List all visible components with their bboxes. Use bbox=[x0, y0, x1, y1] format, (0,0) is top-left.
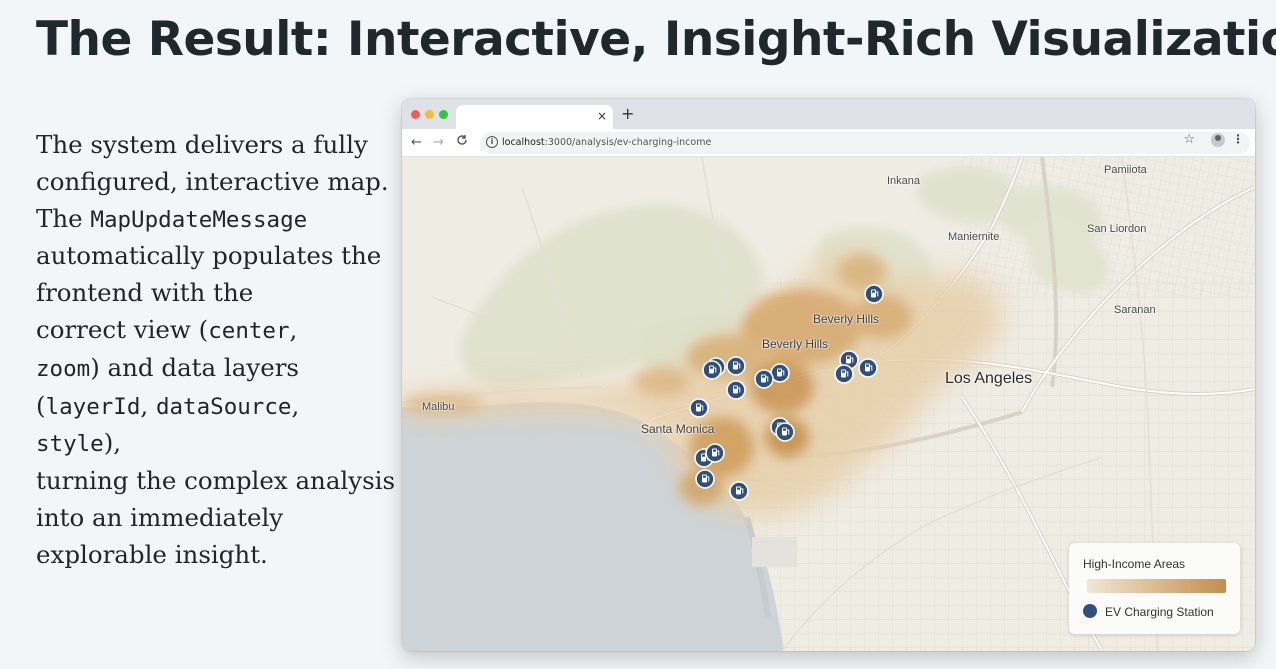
ev-station-marker[interactable] bbox=[858, 358, 878, 378]
reload-icon[interactable] bbox=[456, 134, 468, 152]
body-text-run: configured, interactive map. bbox=[36, 166, 389, 196]
body-line: The MapUpdateMessage bbox=[36, 201, 386, 239]
site-info-icon[interactable]: i bbox=[486, 136, 498, 148]
bookmark-star-icon[interactable]: ☆ bbox=[1183, 132, 1195, 147]
body-text-run: , bbox=[291, 390, 300, 420]
body-line: zoom) and data layers bbox=[36, 350, 386, 388]
body-text-run: frontend with the bbox=[36, 278, 254, 308]
inline-code: layerId bbox=[45, 393, 141, 420]
ev-station-marker[interactable] bbox=[695, 469, 715, 489]
legend-title: High-Income Areas bbox=[1083, 557, 1186, 571]
body-text-run: , bbox=[289, 314, 298, 344]
body-line: The system delivers a fully bbox=[36, 127, 386, 164]
body-line: frontend with the bbox=[36, 275, 386, 312]
new-tab-button[interactable]: + bbox=[621, 105, 634, 123]
legend-gradient-bar bbox=[1087, 579, 1226, 593]
slide-body-text: The system delivers a fully configured, i… bbox=[36, 127, 395, 574]
ev-station-marker[interactable] bbox=[689, 398, 709, 418]
body-text-run: correct view ( bbox=[36, 314, 209, 344]
body-line: correct view (center, bbox=[36, 312, 386, 350]
body-text-run: explorable insight. bbox=[36, 539, 268, 569]
ev-station-marker[interactable] bbox=[705, 443, 725, 463]
tab-bar: × + bbox=[402, 99, 1255, 129]
legend-station-label: EV Charging Station bbox=[1105, 605, 1214, 619]
slide-title: The Result: Interactive, Insight-Rich Vi… bbox=[36, 12, 1276, 67]
inline-code: center bbox=[208, 317, 290, 344]
airport bbox=[752, 537, 797, 567]
ev-station-marker[interactable] bbox=[775, 422, 795, 442]
forward-arrow-icon[interactable]: → bbox=[433, 134, 444, 152]
close-window-button[interactable] bbox=[411, 110, 420, 119]
inline-code: zoom bbox=[36, 355, 91, 382]
legend-station-dot-icon bbox=[1083, 604, 1097, 618]
ev-station-marker[interactable] bbox=[834, 364, 854, 384]
inline-code: dataSource bbox=[155, 393, 292, 420]
map-label-pamiiota: Pamiiota bbox=[1104, 164, 1147, 176]
body-text-run: into an immediately bbox=[36, 502, 284, 532]
body-line: turning the complex analysis bbox=[36, 463, 395, 500]
browser-toolbar: ← → i localhost:3000/analysis/ev-chargin… bbox=[402, 129, 1255, 157]
map-label-beverly-hills-north: Beverly Hills bbox=[813, 312, 880, 326]
map-label-santa-monica: Santa Monica bbox=[641, 422, 715, 436]
map-label-maniernite: Maniernite bbox=[948, 231, 1000, 243]
body-text-run: turning the complex analysis bbox=[36, 466, 396, 496]
back-arrow-icon[interactable]: ← bbox=[411, 134, 422, 152]
inline-code: style bbox=[36, 431, 104, 458]
body-line: explorable insight. bbox=[36, 537, 386, 574]
ev-station-marker[interactable] bbox=[726, 380, 746, 400]
map-label-inkana: Inkana bbox=[887, 175, 921, 187]
ev-station-marker[interactable] bbox=[754, 369, 774, 389]
body-line: configured, interactive map. bbox=[36, 164, 389, 201]
body-line: automatically populates the bbox=[36, 238, 386, 275]
browser-window: × + ← → i localhost:3000/analysis/ev-cha… bbox=[402, 99, 1255, 651]
body-line: style), bbox=[36, 425, 386, 463]
browser-menu-icon[interactable]: ⋮ bbox=[1232, 132, 1244, 146]
ev-station-marker[interactable] bbox=[729, 481, 749, 501]
browser-tab[interactable]: × bbox=[456, 105, 613, 129]
body-text-run: automatically populates the bbox=[36, 241, 382, 271]
url-text: localhost:3000/analysis/ev-charging-inco… bbox=[502, 137, 712, 148]
minimize-window-button[interactable] bbox=[425, 110, 434, 119]
maximize-window-button[interactable] bbox=[439, 110, 448, 119]
profile-avatar-icon[interactable] bbox=[1211, 133, 1225, 147]
map-label-los-angeles: Los Angeles bbox=[945, 370, 1033, 387]
inline-code: MapUpdateMessage bbox=[90, 206, 308, 233]
ev-station-marker[interactable] bbox=[702, 360, 722, 380]
map-label-saranan: Saranan bbox=[1114, 304, 1156, 316]
map-canvas[interactable]: Inkana Pamiiota Maniernite San Liordon S… bbox=[402, 157, 1255, 651]
body-line: (layerId, dataSource, bbox=[36, 388, 386, 426]
map-label-san-liordon: San Liordon bbox=[1087, 223, 1147, 235]
body-text-run: ) and data layers bbox=[90, 352, 299, 382]
map-label-beverly-hills: Beverly Hills bbox=[762, 337, 829, 351]
body-text-run: The bbox=[36, 203, 91, 233]
ev-station-marker[interactable] bbox=[726, 356, 746, 376]
body-text-run: ( bbox=[36, 390, 46, 420]
body-text-run: The system delivers a fully bbox=[36, 130, 368, 159]
body-text-run: ), bbox=[103, 428, 122, 458]
map-legend: High-Income Areas EV Charging Station bbox=[1069, 543, 1240, 634]
map-label-malibu: Malibu bbox=[422, 401, 455, 413]
body-line: into an immediately bbox=[36, 500, 386, 537]
address-bar[interactable]: i localhost:3000/analysis/ev-charging-in… bbox=[480, 132, 1250, 154]
tab-close-icon[interactable]: × bbox=[597, 108, 607, 124]
ev-station-marker[interactable] bbox=[864, 284, 884, 304]
body-text-run: , bbox=[140, 390, 156, 420]
